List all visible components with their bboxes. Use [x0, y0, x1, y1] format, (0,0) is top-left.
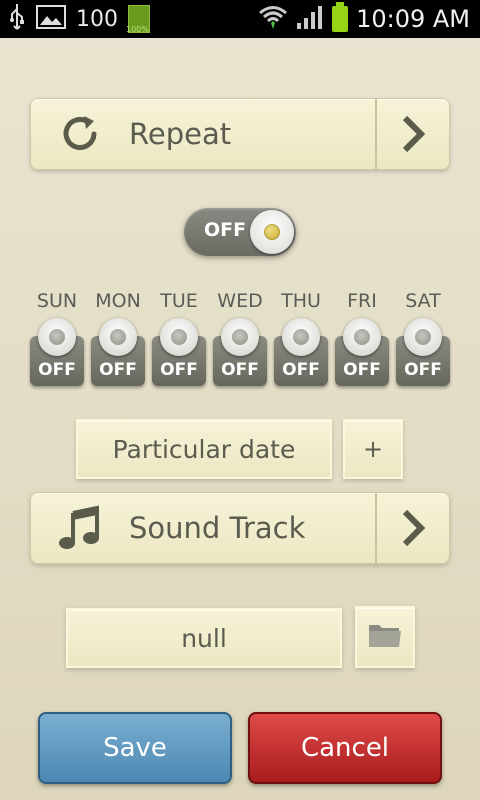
day-toggle-state: OFF [38, 360, 76, 380]
status-time: 10:09 AM [356, 5, 470, 33]
day-toggle-fri[interactable]: OFF [335, 318, 389, 386]
day-mon: MON OFF [91, 290, 145, 386]
status-bar: 100 100% 10:09 AM [0, 0, 480, 38]
day-toggle-state: OFF [221, 360, 259, 380]
add-date-button[interactable]: + [343, 419, 403, 479]
music-note-icon [31, 493, 129, 563]
toggle-knob [282, 318, 320, 356]
day-sun: SUN OFF [30, 290, 84, 386]
day-sat: SAT OFF [396, 290, 450, 386]
day-label: SUN [36, 290, 78, 312]
day-toggle-tue[interactable]: OFF [152, 318, 206, 386]
usb-icon [8, 3, 26, 35]
wifi-icon [258, 4, 288, 34]
day-toggle-wed[interactable]: OFF [213, 318, 267, 386]
day-toggle-sat[interactable]: OFF [396, 318, 450, 386]
cancel-button[interactable]: Cancel [248, 712, 442, 784]
day-fri: FRI OFF [335, 290, 389, 386]
day-label: FRI [347, 290, 377, 312]
day-toggle-sun[interactable]: OFF [30, 318, 84, 386]
repeat-button[interactable]: Repeat [30, 98, 450, 170]
battery-level-text: 100 [76, 6, 118, 32]
chevron-right-icon [375, 493, 449, 563]
day-toggle-state: OFF [160, 360, 198, 380]
toggle-knob [404, 318, 442, 356]
day-toggle-thu[interactable]: OFF [274, 318, 328, 386]
battery-percent-text: 100% [126, 25, 149, 34]
browse-folder-button[interactable] [355, 606, 415, 668]
battery-icon: 100% [126, 5, 150, 34]
signal-icon [296, 4, 324, 34]
day-toggle-state: OFF [282, 360, 320, 380]
day-label: TUE [160, 290, 198, 312]
refresh-icon [31, 99, 129, 169]
day-label: MON [95, 290, 141, 312]
battery-charging-icon [332, 2, 349, 32]
folder-icon [367, 619, 403, 655]
toggle-knob [160, 318, 198, 356]
toggle-knob [343, 318, 381, 356]
sound-file-field[interactable]: null [66, 608, 342, 668]
sound-track-label: Sound Track [129, 511, 306, 545]
particular-date-button[interactable]: Particular date [76, 419, 332, 479]
repeat-label: Repeat [129, 117, 232, 151]
sound-track-button[interactable]: Sound Track [30, 492, 450, 564]
repeat-toggle-label: OFF [204, 219, 247, 241]
save-button[interactable]: Save [38, 712, 232, 784]
day-toggle-state: OFF [343, 360, 381, 380]
day-label: THU [281, 290, 321, 312]
chevron-right-icon [375, 99, 449, 169]
day-thu: THU OFF [274, 290, 328, 386]
day-toggle-state: OFF [99, 360, 137, 380]
toggle-knob [99, 318, 137, 356]
image-icon [36, 4, 66, 34]
day-tue: TUE OFF [152, 290, 206, 386]
day-label: WED [217, 290, 263, 312]
toggle-knob [38, 318, 76, 356]
day-label: SAT [405, 290, 441, 312]
repeat-toggle[interactable]: OFF [184, 208, 296, 256]
weekday-toggles: SUN OFF MON OFF TUE OFF WED OFF THU OFF … [30, 290, 450, 386]
toggle-knob [250, 210, 294, 254]
toggle-knob [221, 318, 259, 356]
day-toggle-state: OFF [404, 360, 442, 380]
day-wed: WED OFF [213, 290, 267, 386]
day-toggle-mon[interactable]: OFF [91, 318, 145, 386]
